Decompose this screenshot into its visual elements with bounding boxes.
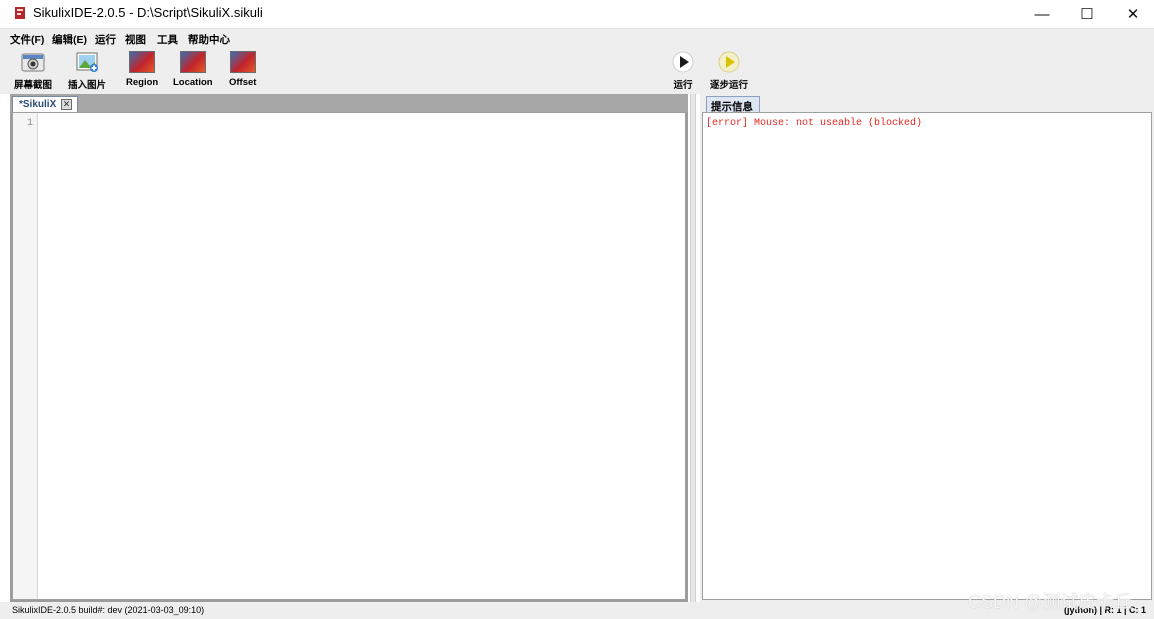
menu-help[interactable]: 帮助中心: [188, 32, 230, 47]
offset-icon: [229, 51, 256, 73]
window-title: SikulixIDE-2.0.5 - D:\Script\SikuliX.sik…: [33, 5, 263, 20]
offset-label: Offset: [229, 77, 257, 88]
close-window-button[interactable]: ✕: [1110, 0, 1154, 28]
location-icon: [179, 51, 206, 73]
step-play-icon: [718, 51, 740, 73]
maximize-icon: ☐: [1080, 6, 1094, 23]
editor-pane: *SikuliX ✕ 1: [10, 94, 688, 602]
minimize-icon: —: [1034, 5, 1050, 23]
menu-file[interactable]: 文件(F): [10, 32, 44, 47]
offset-button[interactable]: Offset: [229, 51, 256, 88]
menu-tools[interactable]: 工具: [157, 32, 178, 47]
insert-image-label: 插入图片: [68, 80, 107, 91]
tab-messages[interactable]: 提示信息: [706, 96, 760, 113]
messages-console: [error] Mouse: not useable (blocked): [702, 112, 1152, 600]
location-label: Location: [173, 77, 213, 88]
region-button[interactable]: Region: [126, 51, 158, 88]
play-icon: [672, 51, 694, 73]
menu-bar: 文件(F) 编辑(E) 运行 视图 工具 帮助中心: [0, 28, 1154, 49]
step-run-button[interactable]: 逐步运行: [710, 51, 748, 91]
menu-edit[interactable]: 编辑(E): [52, 32, 87, 47]
title-bar: SikulixIDE-2.0.5 - D:\Script\SikuliX.sik…: [0, 0, 1154, 28]
step-run-label: 逐步运行: [710, 80, 749, 91]
tab-sikulix-label: *SikuliX: [19, 99, 57, 110]
editor-tabstrip: *SikuliX ✕: [10, 94, 688, 112]
line-number: 1: [26, 118, 33, 129]
region-icon: [129, 51, 156, 73]
tab-sikulix[interactable]: *SikuliX ✕: [12, 96, 78, 112]
watermark: CSDN @测试皮卡丘: [968, 592, 1133, 612]
capture-label: 屏幕截图: [14, 80, 53, 91]
insert-image-icon: [76, 52, 98, 72]
toolbar: 屏幕截图 插入图片 Region Location Offset 运行 逐步运行: [0, 48, 1154, 94]
region-label: Region: [126, 77, 159, 88]
run-button[interactable]: 运行: [670, 51, 696, 91]
minimize-button[interactable]: —: [1019, 0, 1065, 28]
close-icon: ✕: [1126, 6, 1140, 23]
run-label: 运行: [673, 80, 693, 91]
pane-splitter[interactable]: [690, 94, 696, 602]
menu-run[interactable]: 运行: [95, 32, 116, 47]
location-button[interactable]: Location: [173, 51, 213, 88]
error-message: [error] Mouse: not useable (blocked): [706, 118, 923, 129]
line-number-gutter: 1: [13, 113, 38, 599]
capture-button[interactable]: 屏幕截图: [14, 51, 52, 91]
maximize-button[interactable]: ☐: [1064, 0, 1110, 28]
tab-close-icon[interactable]: ✕: [61, 99, 72, 110]
sikulix-app-icon: [15, 7, 25, 19]
menu-view[interactable]: 视图: [125, 32, 146, 47]
code-editor[interactable]: 1: [12, 112, 686, 600]
camera-icon: [21, 53, 45, 72]
insert-image-button[interactable]: 插入图片: [68, 51, 106, 91]
messages-pane: 提示信息 [error] Mouse: not useable (blocked…: [700, 94, 1154, 602]
build-info: SikulixIDE-2.0.5 build#: dev (2021-03-03…: [12, 605, 205, 615]
